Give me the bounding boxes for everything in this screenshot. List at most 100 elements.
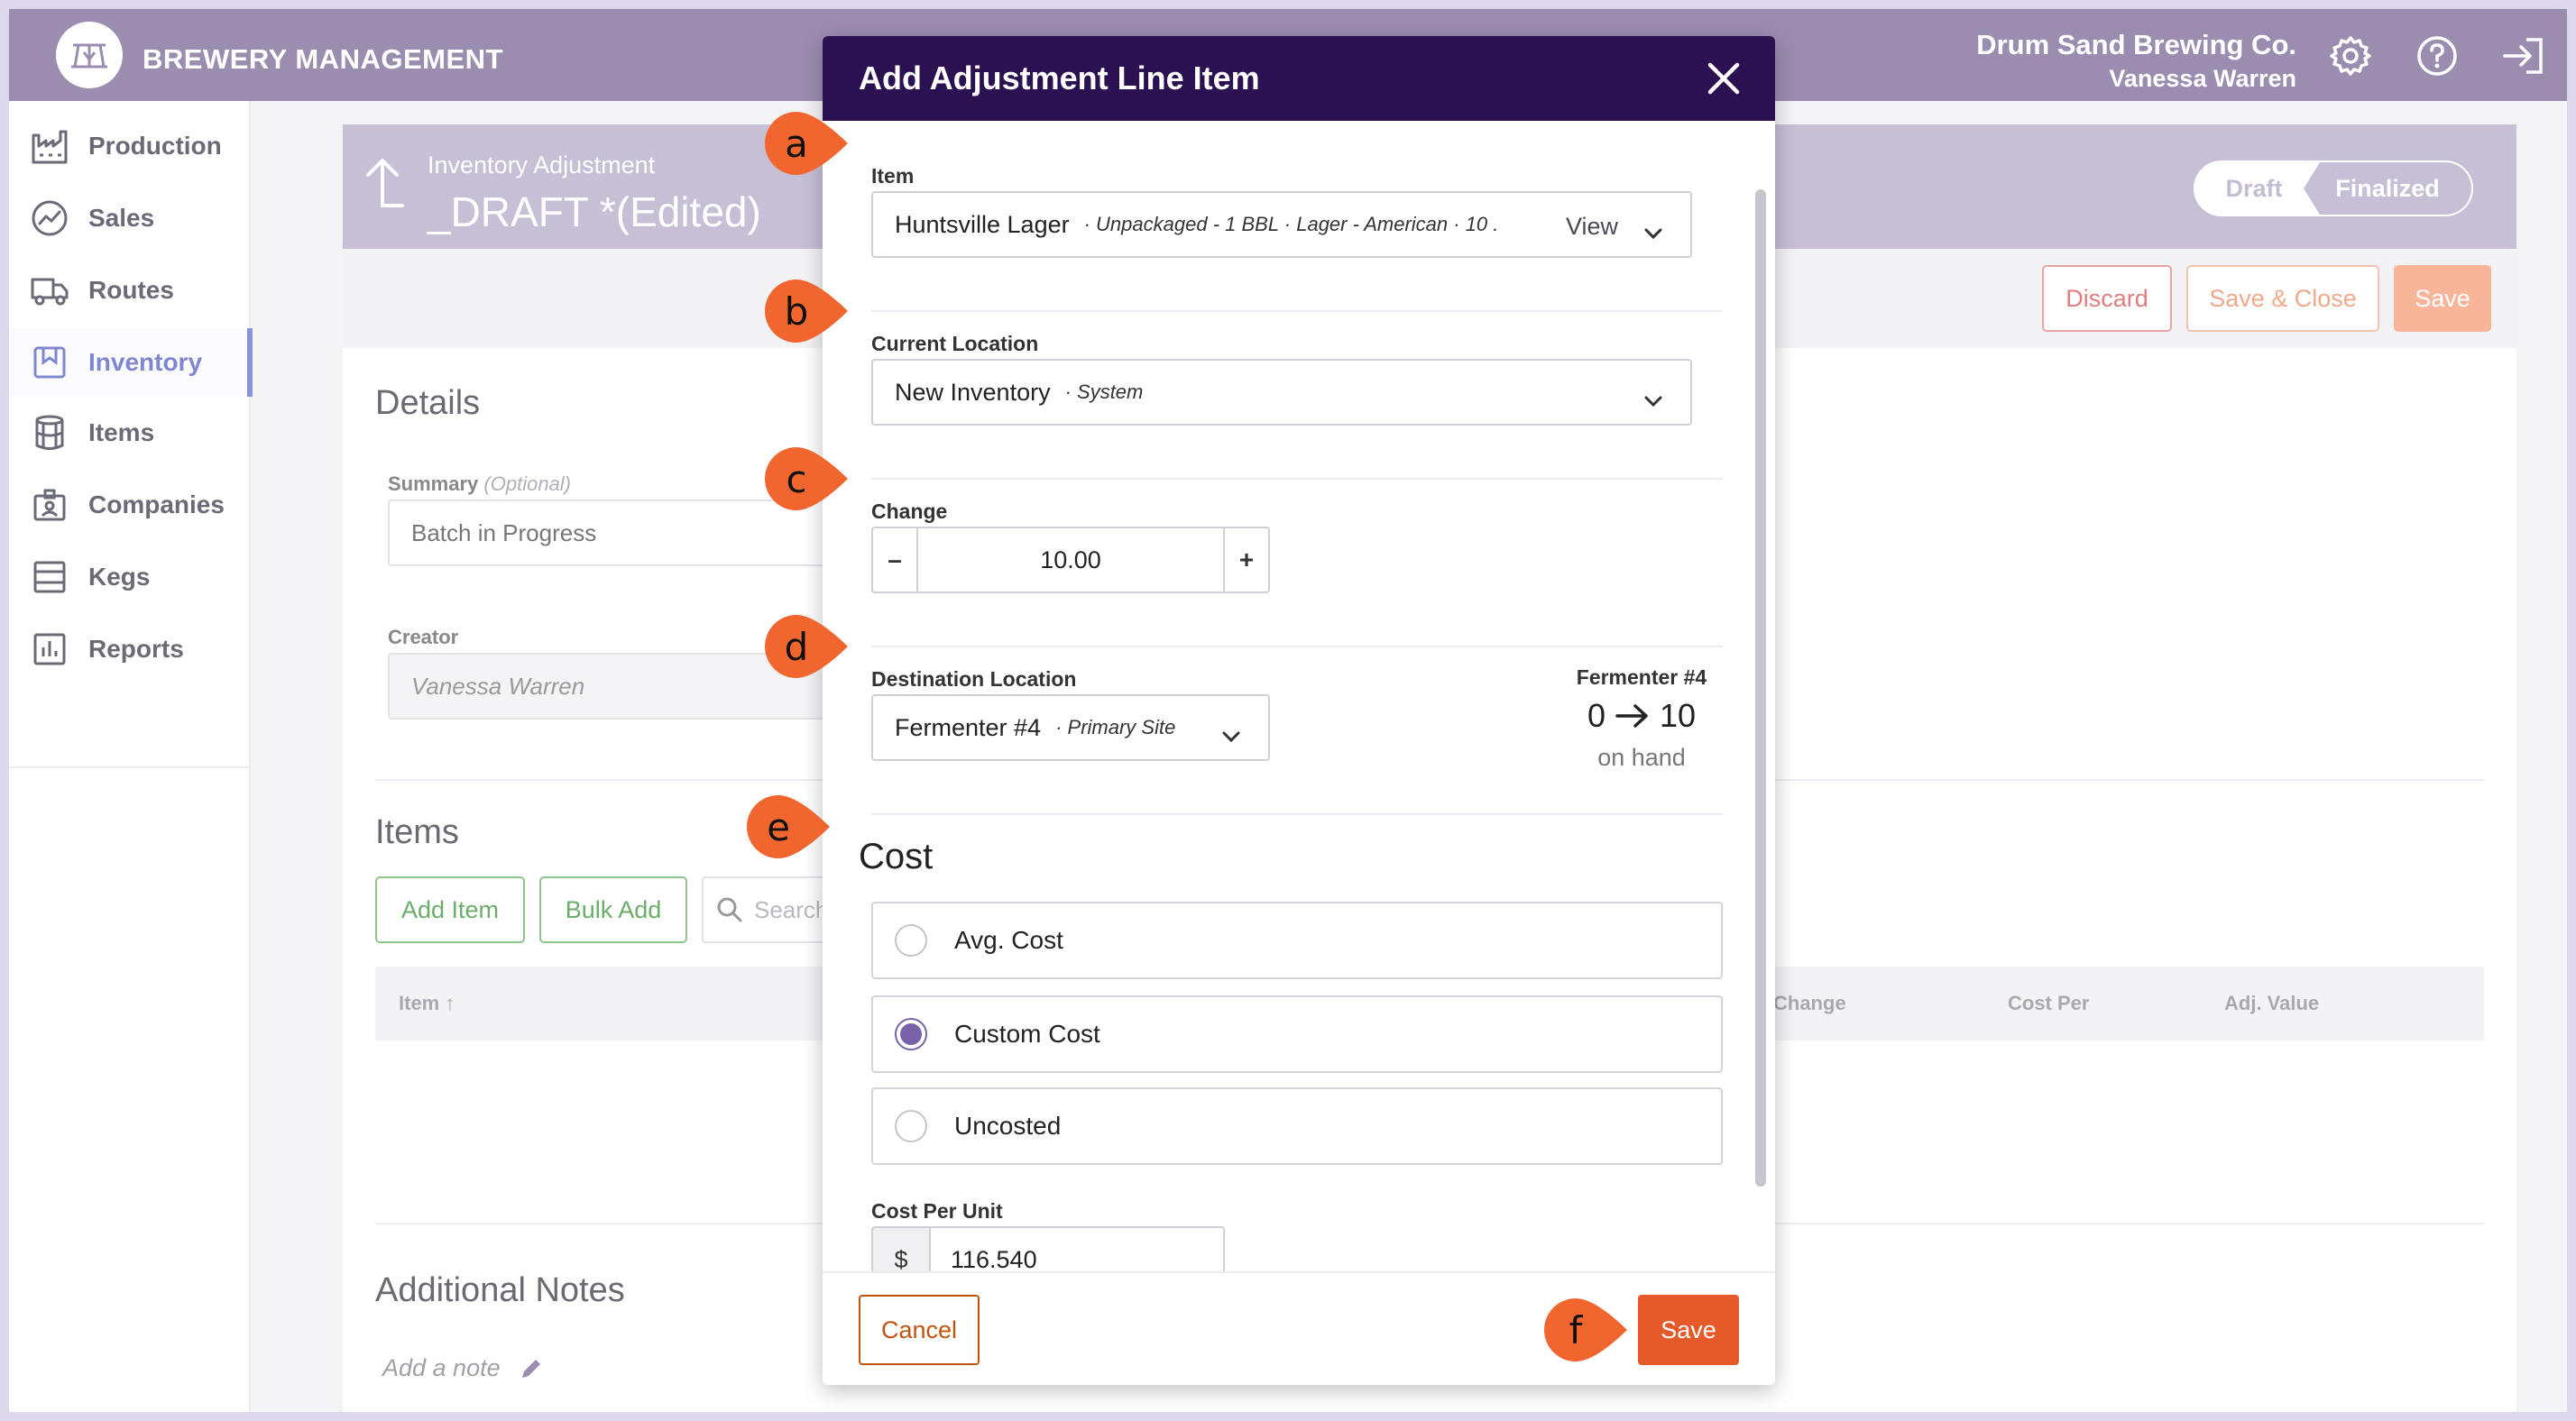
chevron-down-icon	[1643, 218, 1663, 246]
cost-option-label: Custom Cost	[954, 1020, 1100, 1048]
sidebar-item-label: Sales	[88, 204, 155, 232]
sidebar-divider	[9, 766, 251, 768]
destination-detail: · Primary Site	[1055, 716, 1176, 738]
on-hand-to: 10	[1659, 697, 1697, 734]
sidebar-item-production[interactable]: Production	[9, 112, 251, 180]
modal-title: Add Adjustment Line Item	[859, 60, 1260, 96]
logout-icon[interactable]	[2500, 32, 2547, 79]
cost-title: Cost	[859, 837, 934, 876]
arrow-right-icon	[1615, 704, 1648, 728]
chart-icon	[29, 197, 70, 239]
back-arrow-icon[interactable]	[361, 155, 408, 215]
user-name: Vanessa Warren	[2109, 65, 2296, 92]
radio-button[interactable]	[895, 924, 927, 957]
sidebar-item-reports[interactable]: Reports	[9, 615, 251, 683]
current-location-detail: · System	[1064, 380, 1144, 403]
current-location-value: New Inventory	[895, 378, 1051, 406]
details-title: Details	[375, 384, 481, 422]
status-draft[interactable]: Draft	[2195, 162, 2313, 215]
reports-icon	[29, 628, 70, 670]
increment-button[interactable]: +	[1225, 528, 1268, 591]
chevron-down-icon	[1221, 721, 1241, 749]
change-input[interactable]: 10.00	[916, 528, 1225, 591]
save-button[interactable]: Save	[1638, 1295, 1739, 1365]
status-toggle[interactable]: Draft Finalized	[2194, 160, 2473, 216]
sidebar-item-routes[interactable]: Routes	[9, 256, 251, 325]
account-info: Drum Sand Brewing Co. Vanessa Warren	[1976, 29, 2296, 93]
on-hand-values: 0 10	[1553, 697, 1730, 735]
pencil-icon	[521, 1359, 540, 1378]
decrement-button[interactable]: –	[873, 528, 916, 591]
sidebar-item-label: Items	[88, 418, 155, 446]
company-icon	[29, 484, 70, 526]
add-note-field[interactable]: Add a note	[382, 1354, 544, 1382]
factory-icon	[29, 125, 70, 167]
callout-marker-d: d	[763, 613, 850, 680]
discard-button[interactable]: Discard	[2042, 265, 2172, 332]
radio-button[interactable]	[895, 1110, 927, 1142]
cost-option-label: Avg. Cost	[954, 926, 1063, 954]
callout-marker-a: a	[763, 110, 850, 177]
cost-per-unit-label: Cost Per Unit	[871, 1199, 1003, 1223]
sort-up-icon: ↑	[445, 992, 455, 1014]
column-cost-per[interactable]: Cost Per	[2008, 992, 2089, 1015]
modal-header: Add Adjustment Line Item	[823, 36, 1775, 121]
sidebar-item-inventory[interactable]: Inventory	[9, 328, 253, 397]
modal-divider	[871, 478, 1723, 480]
destination-location-select[interactable]: Fermenter #4 · Primary Site	[871, 694, 1270, 761]
modal-footer: Cancel Save	[823, 1271, 1775, 1385]
column-change[interactable]: Change	[1773, 992, 1846, 1015]
close-icon[interactable]	[1705, 60, 1743, 97]
sidebar-item-kegs[interactable]: Kegs	[9, 543, 251, 611]
item-detail: · Unpackaged - 1 BBL · Lager - American …	[1083, 213, 1499, 235]
add-note-placeholder: Add a note	[382, 1354, 501, 1381]
callout-marker-f: f	[1542, 1297, 1629, 1363]
creator-label: Creator	[388, 626, 459, 648]
item-view-link[interactable]: View	[1566, 213, 1618, 241]
bulk-add-button[interactable]: Bulk Add	[539, 876, 687, 943]
logo-icon[interactable]	[56, 22, 123, 88]
cost-option-avg[interactable]: Avg. Cost	[871, 902, 1723, 979]
page-title: _DRAFT *(Edited)	[428, 188, 761, 235]
items-title: Items	[375, 813, 459, 851]
sidebar-item-companies[interactable]: Companies	[9, 471, 251, 539]
modal-divider	[871, 813, 1723, 815]
sidebar-item-label: Production	[88, 132, 222, 160]
settings-icon[interactable]	[2327, 32, 2374, 79]
radio-button-checked[interactable]	[895, 1018, 927, 1050]
sidebar-item-sales[interactable]: Sales	[9, 184, 251, 252]
inventory-icon	[29, 342, 70, 383]
column-item[interactable]: Item ↑	[399, 992, 455, 1015]
chevron-down-icon	[1643, 386, 1663, 414]
current-location-label: Current Location	[871, 332, 1039, 355]
save-close-button[interactable]: Save & Close	[2186, 265, 2379, 332]
cost-option-uncosted[interactable]: Uncosted	[871, 1087, 1723, 1165]
add-item-button[interactable]: Add Item	[375, 876, 525, 943]
column-adj-value[interactable]: Adj. Value	[2224, 992, 2319, 1015]
modal-body: Item Huntsville Lager · Unpackaged - 1 B…	[823, 121, 1775, 1307]
cost-option-custom[interactable]: Custom Cost	[871, 995, 1723, 1073]
callout-marker-e: e	[745, 793, 832, 860]
save-page-button[interactable]: Save	[2394, 265, 2491, 332]
callout-marker-c: c	[763, 445, 850, 512]
destination-value: Fermenter #4	[895, 713, 1042, 741]
item-select[interactable]: Huntsville Lager · Unpackaged - 1 BBL · …	[871, 191, 1692, 258]
modal-scrollbar[interactable]	[1755, 189, 1766, 1187]
company-name: Drum Sand Brewing Co.	[1976, 29, 2296, 60]
current-location-select[interactable]: New Inventory · System	[871, 359, 1692, 426]
callout-marker-b: b	[763, 278, 850, 344]
barrel-icon	[29, 412, 70, 454]
search-placeholder: Search	[754, 895, 829, 923]
on-hand-from: 0	[1587, 697, 1605, 734]
sidebar-item-items[interactable]: Items	[9, 399, 251, 467]
app-title: BREWERY MANAGEMENT	[143, 43, 503, 75]
sidebar: Production Sales Routes Inventory Items	[9, 101, 253, 1412]
status-finalized[interactable]: Finalized	[2304, 162, 2471, 215]
on-hand-note: on hand	[1597, 744, 1686, 771]
sidebar-item-label: Inventory	[88, 348, 203, 376]
help-icon[interactable]	[2414, 32, 2461, 79]
on-hand-location: Fermenter #4	[1576, 665, 1707, 689]
additional-notes-title: Additional Notes	[375, 1271, 625, 1309]
cancel-button[interactable]: Cancel	[859, 1295, 980, 1365]
change-stepper: – 10.00 +	[871, 527, 1270, 593]
